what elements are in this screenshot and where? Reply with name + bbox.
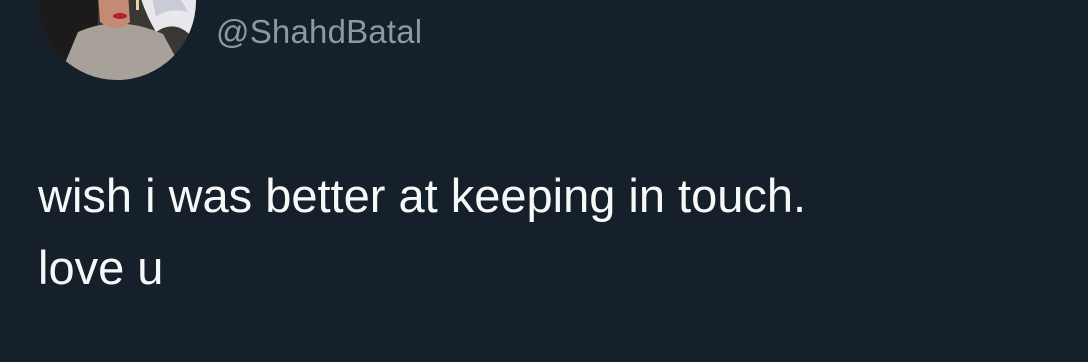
avatar[interactable]	[38, 0, 196, 80]
tweet-card: @ShahdBatal wish i was better at keeping…	[0, 0, 1088, 362]
tweet-text-line-2: love u	[38, 241, 164, 294]
avatar-image	[38, 0, 196, 80]
tweet-text-line-1: wish i was better at keeping in touch.	[38, 169, 807, 222]
user-handle[interactable]: @ShahdBatal	[216, 12, 422, 52]
tweet-text: wish i was better at keeping in touch. l…	[38, 160, 1078, 304]
